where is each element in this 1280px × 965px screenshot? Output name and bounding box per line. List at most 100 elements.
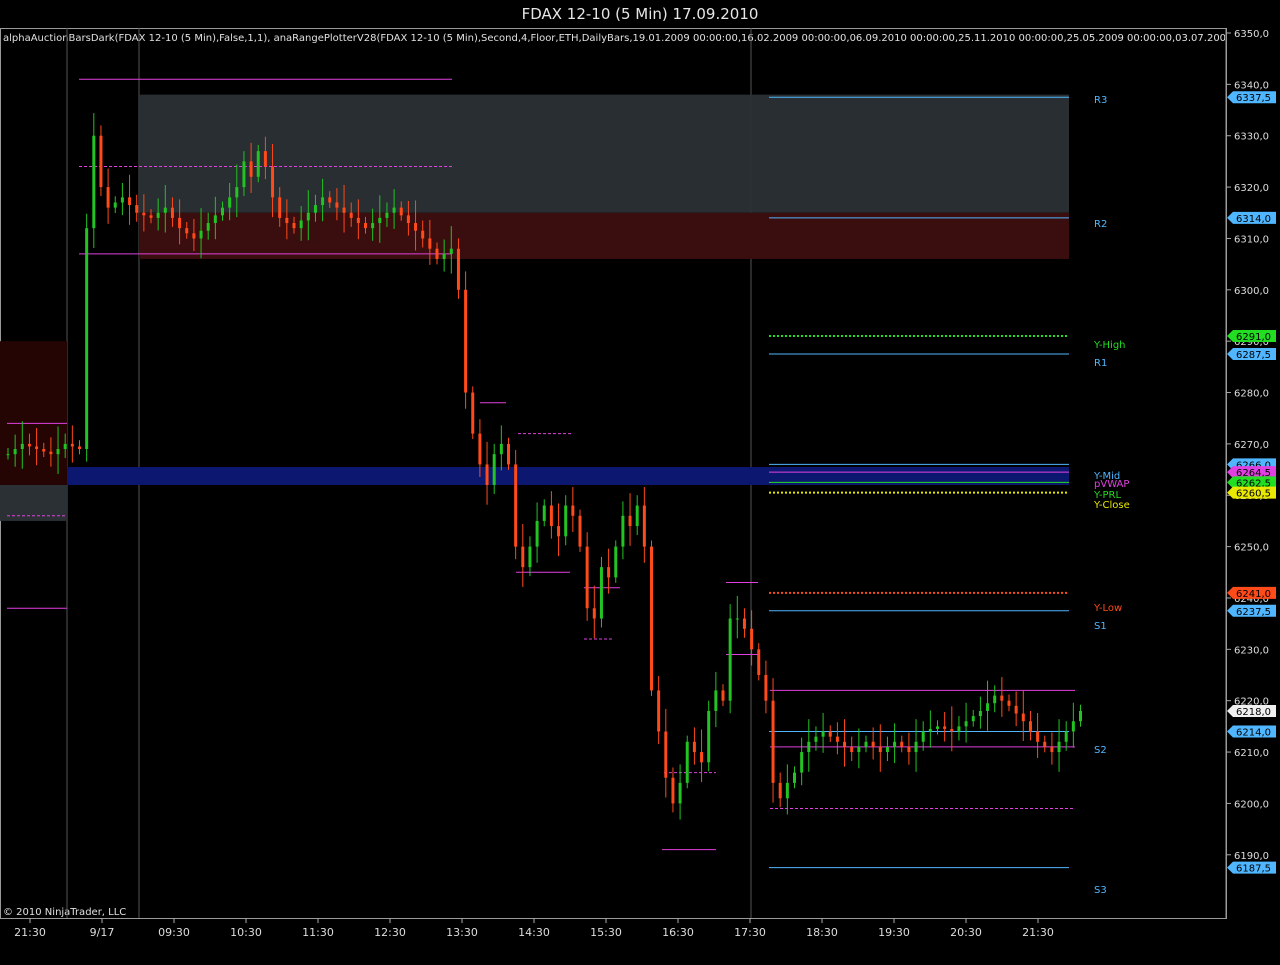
candle-body	[828, 731, 832, 737]
candle-body	[471, 392, 475, 434]
candle-body	[642, 505, 646, 547]
candle-body	[1021, 713, 1025, 722]
axis-tag-y-close: 6260,5	[1227, 486, 1276, 500]
axis-tag-label: 6337,5	[1236, 93, 1271, 104]
candle-body	[306, 212, 310, 221]
level-label-pvwap: pVWAP	[1094, 479, 1129, 490]
candle-body	[807, 741, 811, 753]
candle-body	[900, 741, 904, 747]
candle-body	[6, 454, 10, 456]
axis-tag-label: 6291,0	[1236, 332, 1271, 343]
candle-body	[1050, 746, 1054, 753]
candle-body	[20, 443, 24, 450]
candle-body	[778, 782, 782, 799]
candle-body	[113, 202, 117, 208]
candle-body	[514, 464, 518, 547]
left-range-red	[0, 341, 67, 485]
candle-body	[678, 782, 682, 804]
candle-body	[964, 721, 968, 727]
candle-body	[221, 207, 224, 216]
candle-body	[485, 464, 489, 485]
candle-body	[449, 248, 453, 254]
axis-tag-label: 6314,0	[1236, 214, 1271, 225]
candle-body	[328, 197, 332, 203]
y-tick-label: 6320,0	[1234, 183, 1269, 194]
y-tick-label: 6230,0	[1234, 645, 1269, 656]
candle-body	[1064, 731, 1068, 742]
candle-body	[235, 187, 239, 198]
x-tick-label: 15:30	[590, 926, 622, 939]
candle-body	[893, 741, 897, 747]
y-tick-label: 6250,0	[1234, 543, 1269, 554]
candle-body	[392, 207, 396, 213]
candle-body	[835, 736, 839, 742]
candle-body	[156, 212, 160, 218]
candle-body	[1000, 695, 1004, 701]
candle-body	[542, 505, 546, 521]
candle-body	[599, 567, 603, 619]
y-tick-label: 6310,0	[1234, 234, 1269, 245]
axis-tag-label: 6260,5	[1236, 489, 1271, 500]
candlestick-chart[interactable]: R3R2Y-HighR1Y-MidpVWAPY-PRLY-CloseY-LowS…	[0, 0, 1280, 965]
candle-body	[421, 230, 425, 239]
candle-body	[700, 752, 704, 763]
candle-body	[793, 772, 796, 783]
candle-body	[442, 253, 446, 259]
candle-body	[228, 197, 232, 208]
candle-body	[671, 777, 675, 804]
candle-body	[42, 449, 46, 452]
axis-tag-r2: 6314,0	[1227, 211, 1276, 225]
candle-body	[428, 238, 432, 249]
level-label-s3: S3	[1094, 885, 1107, 896]
candle-body	[707, 710, 711, 763]
y-tick-label: 6330,0	[1234, 132, 1269, 143]
y-tick-label: 6200,0	[1234, 799, 1269, 810]
level-label-r3: R3	[1094, 95, 1107, 106]
candle-body	[271, 166, 275, 198]
candle-body	[78, 446, 81, 450]
candle-body	[406, 215, 410, 224]
candle-body	[242, 161, 246, 188]
y-tick-label: 6280,0	[1234, 389, 1269, 400]
candle-body	[664, 731, 668, 778]
candle-body	[771, 700, 775, 783]
value-area-gray	[139, 94, 1069, 213]
candle-body	[814, 736, 818, 742]
level-label-y-high: Y-High	[1093, 340, 1126, 351]
candle-body	[764, 675, 768, 701]
candle-body	[335, 202, 339, 208]
candle-body	[149, 215, 153, 218]
level-label-y-low: Y-Low	[1093, 603, 1122, 614]
candle-body	[99, 135, 103, 188]
candle-body	[585, 546, 589, 609]
candle-body	[364, 223, 367, 229]
candle-body	[907, 746, 911, 753]
candle-body	[185, 228, 189, 234]
x-tick-label: 16:30	[662, 926, 694, 939]
x-tick-label: 21:30	[1022, 926, 1054, 939]
candle-body	[371, 223, 375, 229]
candle-body	[728, 618, 732, 701]
candle-body	[249, 161, 253, 177]
candle-body	[1043, 741, 1047, 747]
candle-body	[592, 608, 596, 619]
candle-body	[499, 443, 503, 455]
candle-body	[950, 728, 954, 732]
candle-body	[528, 546, 532, 568]
candle-body	[1036, 731, 1040, 742]
candle-body	[957, 726, 961, 732]
candle-body	[914, 741, 918, 753]
candle-body	[13, 449, 17, 455]
axis-tag-y-high: 6291,0	[1227, 330, 1276, 343]
candle-body	[635, 505, 639, 527]
axis-tag-label: 6241,0	[1236, 589, 1271, 600]
axis-tag-y-low: 6241,0	[1227, 586, 1276, 600]
y-tick-label: 6340,0	[1234, 80, 1269, 91]
candle-body	[492, 454, 496, 485]
candle-body	[993, 695, 997, 704]
x-tick-label: 18:30	[806, 926, 838, 939]
candle-body	[1057, 741, 1061, 753]
axis-tag-label: 6237,5	[1236, 607, 1271, 618]
x-tick-label: 17:30	[734, 926, 766, 939]
candle-body	[120, 197, 124, 203]
